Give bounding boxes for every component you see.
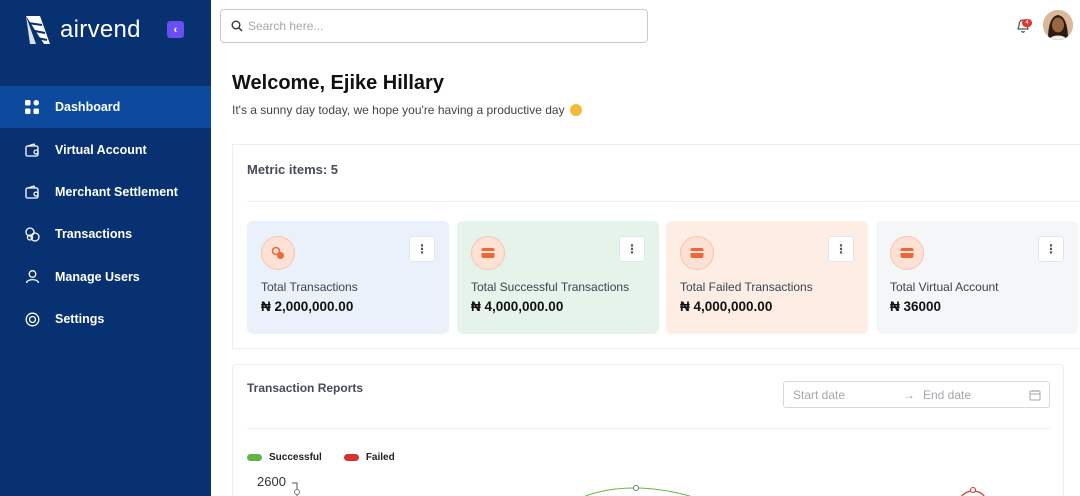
calendar-icon[interactable]	[1029, 389, 1041, 401]
metric-card-total-transactions: ⋮ Total Transactions ₦ 2,000,000.00	[247, 221, 449, 334]
chart-legend: Successful Failed	[247, 452, 417, 463]
successful-point	[633, 485, 639, 491]
legend-item-failed[interactable]: Failed	[343, 452, 395, 463]
page-title: Welcome, Ejike Hillary	[232, 72, 444, 94]
legend-label: Successful	[269, 452, 322, 463]
user-icon	[24, 269, 40, 285]
metric-card-failed-transactions: ⋮ Total Failed Transactions ₦ 4,000,000.…	[666, 221, 868, 334]
chart-point	[294, 489, 300, 495]
end-date-input[interactable]: End date	[923, 388, 1029, 402]
smile-emoji-icon	[569, 104, 582, 116]
sidebar-item-dashboard[interactable]: Dashboard	[0, 86, 211, 129]
metric-label: Total Virtual Account	[890, 280, 999, 294]
metrics-panel: Metric items: 5 ⋮ Total Transactions ₦ 2…	[232, 144, 1080, 349]
sidebar-nav: Dashboard Virtual Account Merchant Settl…	[0, 86, 211, 340]
legend-label: Failed	[365, 452, 395, 463]
legend-item-successful[interactable]: Successful	[247, 452, 322, 463]
arrow-right-icon: →	[903, 387, 915, 402]
wallet-icon	[24, 184, 40, 200]
sidebar-item-label: Virtual Account	[55, 142, 147, 157]
kebab-icon: ⋮	[1045, 242, 1057, 256]
date-range-picker[interactable]: Start date → End date	[783, 381, 1050, 408]
metric-label: Total Successful Transactions	[471, 280, 630, 294]
more-options-button[interactable]: ⋮	[619, 236, 645, 262]
grid-icon	[24, 99, 40, 115]
more-options-button[interactable]: ⋮	[1038, 236, 1064, 262]
brand-logo[interactable]: airvend	[24, 14, 141, 46]
chevron-left-icon: ‹	[173, 23, 178, 36]
kebab-icon: ⋮	[626, 242, 638, 256]
sidebar-item-settings[interactable]: Settings	[0, 298, 211, 340]
sidebar-item-label: Dashboard	[55, 100, 121, 115]
notification-badge: 4	[1022, 19, 1032, 27]
sidebar-item-manage-users[interactable]: Manage Users	[0, 256, 211, 298]
search-icon	[231, 20, 243, 32]
avatar[interactable]	[1043, 10, 1073, 40]
search-box[interactable]	[220, 9, 648, 43]
transaction-chart	[292, 482, 985, 496]
divider	[247, 428, 1051, 429]
more-options-button[interactable]: ⋮	[409, 236, 435, 262]
legend-swatch-failed	[343, 454, 359, 461]
gear-icon	[24, 311, 40, 327]
transactions-icon	[261, 236, 295, 270]
transaction-reports-panel: Transaction Reports Start date → End dat…	[232, 364, 1064, 496]
metrics-title: Metric items: 5	[247, 162, 339, 177]
failed-point	[970, 487, 976, 493]
app-root: airvend ‹ Dashboard Virtual Account Merc…	[0, 0, 1080, 496]
metric-value: ₦ 2,000,000.00	[261, 299, 354, 314]
sidebar-item-label: Merchant Settlement	[55, 184, 178, 199]
more-options-button[interactable]: ⋮	[828, 236, 854, 262]
reports-title: Transaction Reports	[247, 381, 364, 395]
welcome-subtitle: It's a sunny day today, we hope you're h…	[232, 103, 582, 117]
sidebar-item-label: Transactions	[55, 227, 133, 242]
avatar-image	[1043, 10, 1073, 40]
metric-value: ₦ 36000	[890, 299, 942, 314]
metric-value: ₦ 4,000,000.00	[471, 299, 564, 314]
metric-label: Total Transactions	[261, 280, 358, 294]
sidebar-item-transactions[interactable]: Transactions	[0, 213, 211, 255]
welcome-subtitle-text: It's a sunny day today, we hope you're h…	[232, 103, 565, 117]
metric-label: Total Failed Transactions	[680, 280, 813, 294]
sidebar-item-virtual-account[interactable]: Virtual Account	[0, 128, 211, 170]
kebab-icon: ⋮	[835, 242, 847, 256]
card-icon	[680, 236, 714, 270]
metric-value: ₦ 4,000,000.00	[680, 299, 773, 314]
metric-card-successful-transactions: ⋮ Total Successful Transactions ₦ 4,000,…	[457, 221, 659, 334]
sidebar-item-label: Manage Users	[55, 269, 140, 284]
search-input[interactable]	[248, 19, 628, 33]
metric-card-virtual-account: ⋮ Total Virtual Account ₦ 36000	[876, 221, 1078, 334]
kebab-icon: ⋮	[416, 242, 428, 256]
sidebar: airvend ‹ Dashboard Virtual Account Merc…	[0, 0, 211, 496]
divider	[247, 201, 1080, 202]
sidebar-item-label: Settings	[55, 312, 105, 327]
transactions-icon	[24, 226, 40, 242]
sidebar-item-merchant-settlement[interactable]: Merchant Settlement	[0, 171, 211, 213]
wallet-icon	[24, 142, 40, 158]
card-icon	[471, 236, 505, 270]
card-icon	[890, 236, 924, 270]
legend-swatch-successful	[247, 454, 262, 461]
start-date-input[interactable]: Start date	[793, 388, 903, 402]
brand-name: airvend	[60, 16, 141, 43]
airvend-logo-icon	[26, 16, 50, 44]
collapse-sidebar-button[interactable]: ‹	[167, 21, 184, 38]
